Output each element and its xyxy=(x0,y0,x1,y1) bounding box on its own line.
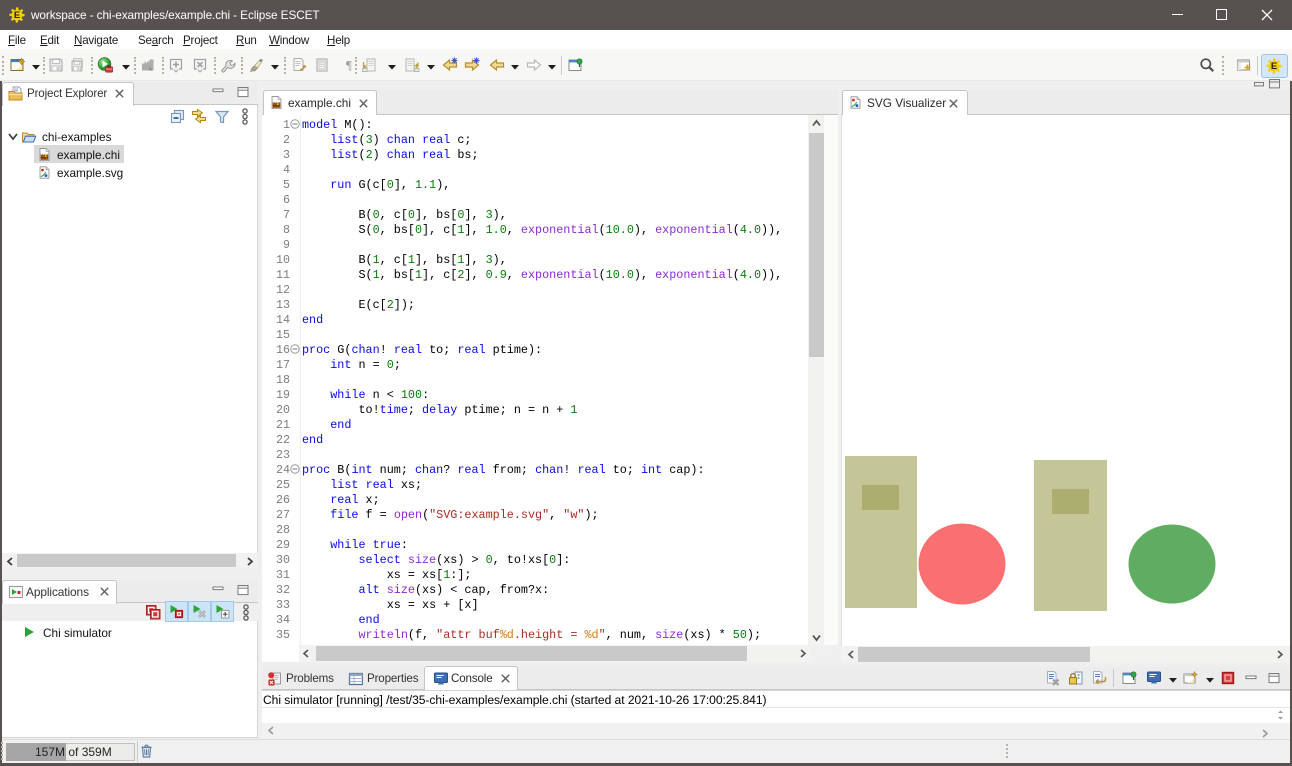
svg-text:E: E xyxy=(14,10,20,21)
svg-text:¶: ¶ xyxy=(346,58,352,73)
svg-text:E: E xyxy=(1271,61,1277,72)
